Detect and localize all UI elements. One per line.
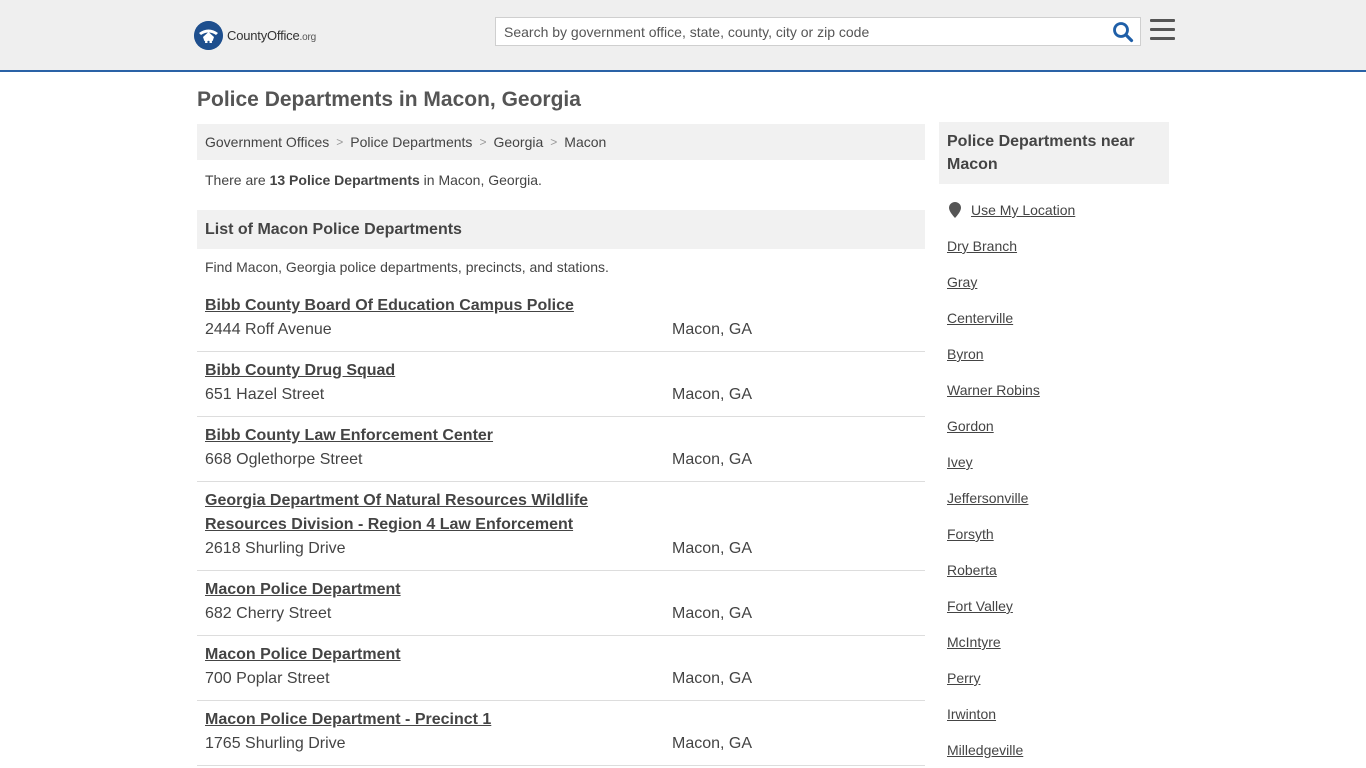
list-item: Georgia Department Of Natural Resources … bbox=[197, 489, 925, 571]
listing-address: 651 Hazel Street bbox=[205, 386, 325, 403]
listing-address: 2444 Roff Avenue bbox=[205, 321, 332, 338]
sidebar-link-jeffersonville[interactable]: Jeffersonville bbox=[947, 490, 1028, 506]
listing-address: 700 Poplar Street bbox=[205, 670, 330, 687]
breadcrumb-police-departments[interactable]: Police Departments bbox=[350, 134, 472, 150]
breadcrumb-macon[interactable]: Macon bbox=[564, 134, 606, 150]
intro-text: There are 13 Police Departments in Macon… bbox=[205, 172, 542, 188]
list-item: Macon Police Department 700 Poplar Stree… bbox=[197, 643, 925, 701]
sidebar-link-gray[interactable]: Gray bbox=[947, 274, 977, 290]
listing-name-link[interactable]: Bibb County Drug Squad bbox=[205, 359, 635, 383]
listing-name-link[interactable]: Macon Police Department bbox=[205, 578, 635, 602]
listing-city: Macon, GA bbox=[672, 540, 753, 557]
department-count: 13 Police Departments bbox=[269, 172, 420, 188]
search-input[interactable] bbox=[496, 18, 1106, 45]
listing-address: 682 Cherry Street bbox=[205, 605, 332, 622]
sidebar-link-byron[interactable]: Byron bbox=[947, 346, 984, 362]
breadcrumb-government-offices[interactable]: Government Offices bbox=[205, 134, 329, 150]
sidebar-heading: Police Departments near Macon bbox=[939, 122, 1169, 184]
search-icon bbox=[1113, 22, 1134, 43]
listing-city: Macon, GA bbox=[672, 451, 753, 468]
listing-city: Macon, GA bbox=[672, 670, 753, 687]
sidebar-link-mcintyre[interactable]: McIntyre bbox=[947, 634, 1001, 650]
listing-city: Macon, GA bbox=[672, 321, 753, 338]
logo-text: CountyOffice bbox=[227, 27, 300, 43]
listing-address: 2618 Shurling Drive bbox=[205, 540, 346, 557]
search-box bbox=[495, 17, 1141, 46]
use-my-location-link[interactable]: Use My Location bbox=[971, 202, 1075, 218]
sidebar-link-milledgeville[interactable]: Milledgeville bbox=[947, 742, 1023, 758]
list-item: Macon Police Department - Precinct 1 176… bbox=[197, 708, 925, 766]
listing-name-link[interactable]: Macon Police Department bbox=[205, 643, 635, 667]
list-item: Bibb County Law Enforcement Center 668 O… bbox=[197, 424, 925, 482]
listing-city: Macon, GA bbox=[672, 735, 753, 752]
logo-suffix: .org bbox=[299, 31, 317, 43]
sidebar-link-warner-robins[interactable]: Warner Robins bbox=[947, 382, 1040, 398]
chevron-right-icon: > bbox=[336, 135, 344, 149]
page-title: Police Departments in Macon, Georgia bbox=[197, 88, 581, 111]
sidebar-link-ivey[interactable]: Ivey bbox=[947, 454, 973, 470]
listing-name-link[interactable]: Bibb County Law Enforcement Center bbox=[205, 424, 635, 448]
list-description: Find Macon, Georgia police departments, … bbox=[205, 259, 609, 275]
breadcrumb-georgia[interactable]: Georgia bbox=[493, 134, 543, 150]
chevron-right-icon: > bbox=[550, 135, 558, 149]
site-logo[interactable]: CountyOffice.org bbox=[194, 20, 316, 50]
list-item: Bibb County Board Of Education Campus Po… bbox=[197, 294, 925, 352]
sidebar-link-perry[interactable]: Perry bbox=[947, 670, 980, 686]
listing-name-link[interactable]: Georgia Department Of Natural Resources … bbox=[205, 489, 605, 537]
listing-address: 668 Oglethorpe Street bbox=[205, 451, 363, 468]
chevron-right-icon: > bbox=[479, 135, 487, 149]
sidebar-link-irwinton[interactable]: Irwinton bbox=[947, 706, 996, 722]
sidebar-link-dry-branch[interactable]: Dry Branch bbox=[947, 238, 1017, 254]
hamburger-menu-icon[interactable] bbox=[1150, 19, 1175, 42]
breadcrumb: Government Offices > Police Departments … bbox=[197, 124, 925, 160]
location-pin-icon bbox=[949, 202, 961, 218]
sidebar-link-forsyth[interactable]: Forsyth bbox=[947, 526, 994, 542]
list-item: Macon Police Department 682 Cherry Stree… bbox=[197, 578, 925, 636]
sidebar-link-gordon[interactable]: Gordon bbox=[947, 418, 994, 434]
list-heading: List of Macon Police Departments bbox=[197, 210, 925, 249]
listing-address: 1765 Shurling Drive bbox=[205, 735, 346, 752]
site-header: CountyOffice.org bbox=[0, 0, 1366, 72]
listing-city: Macon, GA bbox=[672, 605, 753, 622]
search-button[interactable] bbox=[1112, 21, 1136, 43]
county-office-logo-icon bbox=[194, 20, 223, 50]
list-item: Bibb County Drug Squad 651 Hazel Street … bbox=[197, 359, 925, 417]
sidebar-link-fort-valley[interactable]: Fort Valley bbox=[947, 598, 1013, 614]
listing-city: Macon, GA bbox=[672, 386, 753, 403]
sidebar-link-roberta[interactable]: Roberta bbox=[947, 562, 997, 578]
sidebar-link-centerville[interactable]: Centerville bbox=[947, 310, 1013, 326]
listing-name-link[interactable]: Bibb County Board Of Education Campus Po… bbox=[205, 294, 635, 318]
listing-name-link[interactable]: Macon Police Department - Precinct 1 bbox=[205, 708, 635, 732]
